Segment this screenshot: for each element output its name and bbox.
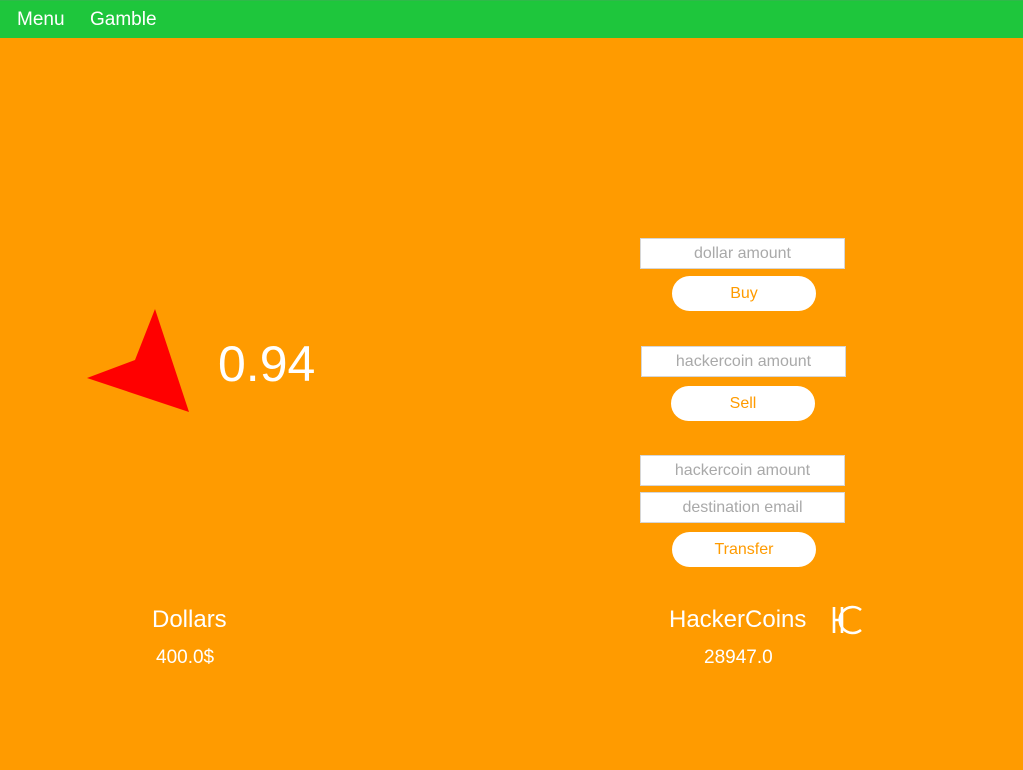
top-nav-bar: Menu Gamble [0,0,1023,38]
sell-button[interactable]: Sell [671,386,815,421]
dollars-label: Dollars [152,606,227,633]
hackercoin-logo-icon [832,605,862,635]
transfer-hackercoin-amount-input[interactable] [640,455,845,486]
red-arrow-icon [87,309,189,412]
transfer-destination-email-input[interactable] [640,492,845,523]
hackercoin-price: 0.94 [218,336,316,392]
sell-hackercoin-amount-input[interactable] [641,346,846,377]
transfer-button[interactable]: Transfer [672,532,816,567]
buy-dollar-amount-input[interactable] [640,238,845,269]
buy-button[interactable]: Buy [672,276,816,311]
dollars-balance: 400.0$ [156,647,215,668]
nav-menu-link[interactable]: Menu [17,10,65,30]
nav-gamble-link[interactable]: Gamble [90,10,157,30]
hackercoins-balance: 28947.0 [704,647,773,668]
hackercoins-label: HackerCoins [669,606,807,633]
